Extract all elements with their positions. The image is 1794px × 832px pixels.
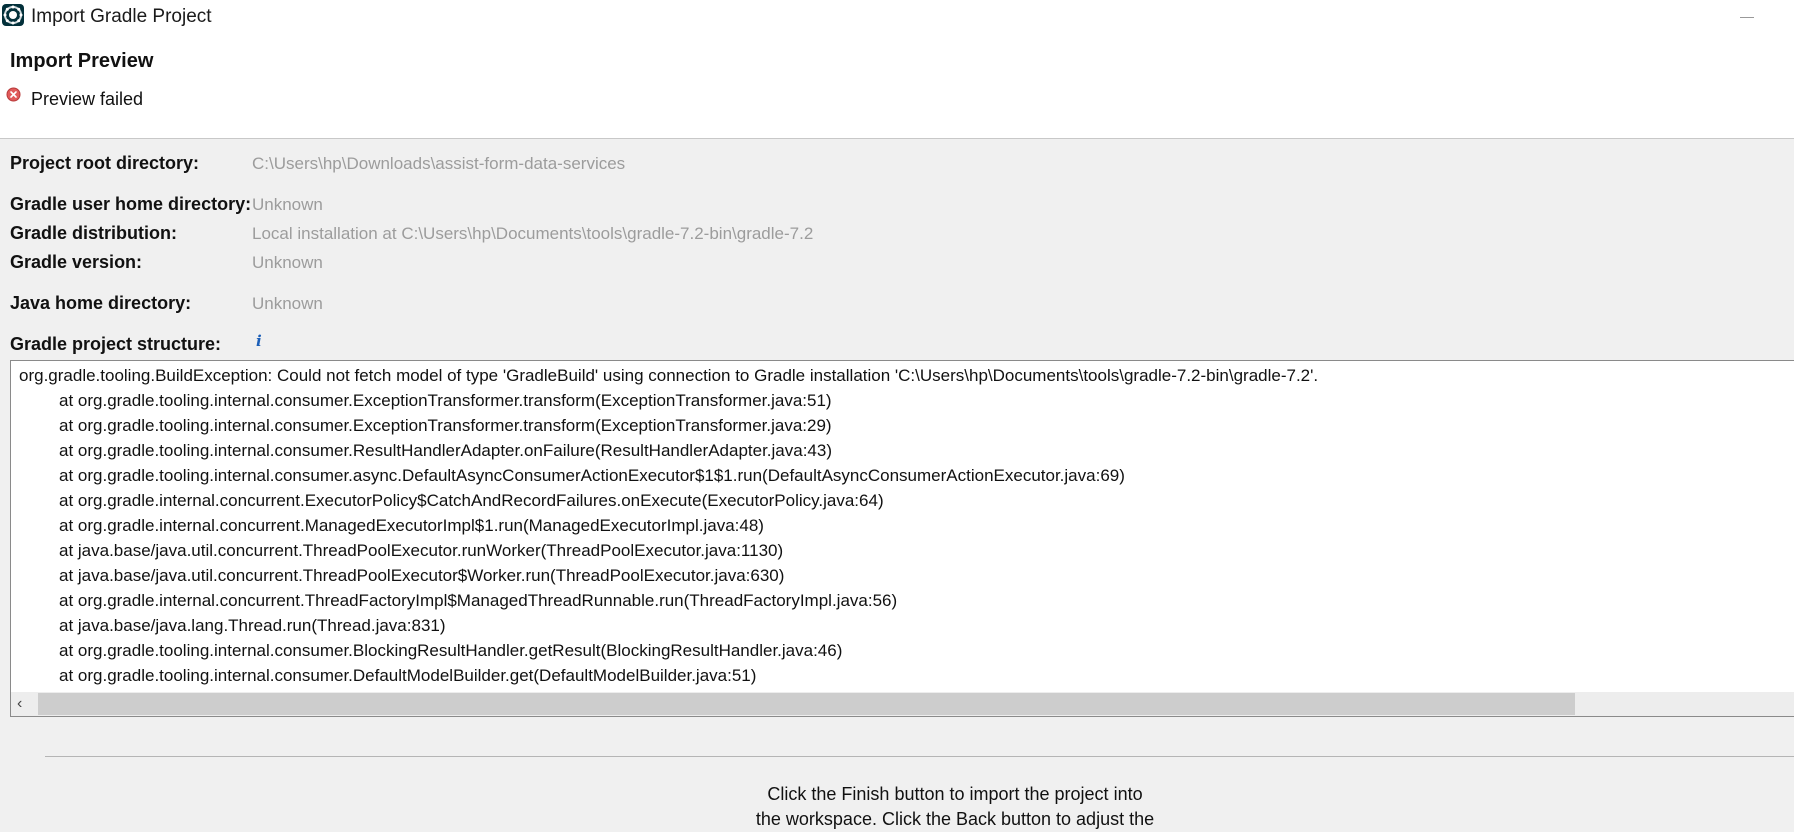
footer-instructions: Click the Finish button to import the pr… [740,782,1170,832]
gradle-version-value: Unknown [252,253,323,272]
minimize-button[interactable] [1724,0,1770,34]
trace-line: at java.base/java.util.concurrent.Thread… [59,541,784,560]
status-message: Preview failed [31,89,144,109]
trace-line: at org.gradle.tooling.internal.consumer.… [59,416,832,435]
project-root-label: Project root directory: [10,153,200,173]
footer-divider [45,756,1794,757]
gradle-eclipse-icon [2,4,24,26]
gradle-distribution-value: Local installation at C:\Users\hp\Docume… [252,224,814,243]
gradle-version-label: Gradle version: [10,252,143,272]
scroll-left-icon[interactable]: ‹ [17,695,31,713]
title-bar[interactable]: Import Gradle Project [0,0,1794,34]
project-root-value: C:\Users\hp\Downloads\assist-form-data-s… [252,154,626,173]
trace-line: at org.gradle.tooling.internal.consumer.… [59,641,843,660]
gradle-user-home-label: Gradle user home directory: [10,194,252,214]
trace-line: at org.gradle.tooling.internal.consumer.… [59,441,833,460]
trace-line: at org.gradle.tooling.internal.consumer.… [59,466,1125,485]
info-icon[interactable]: i [256,333,266,349]
stack-trace-box[interactable]: org.gradle.tooling.BuildException: Could… [10,360,1794,717]
trace-line: at java.base/java.util.concurrent.Thread… [59,566,785,585]
wizard-header: Import Preview Preview failed [0,34,1794,139]
page-title: Import Preview [10,50,154,72]
error-icon [6,87,21,102]
horizontal-scrollbar[interactable]: ‹ [11,692,1794,716]
trace-line: at org.gradle.internal.concurrent.Execut… [59,491,884,510]
footer-line: Click the Finish button to import the pr… [767,784,1143,804]
trace-line: at java.base/java.lang.Thread.run(Thread… [59,616,446,635]
window-title: Import Gradle Project [31,6,212,27]
trace-line: at org.gradle.tooling.internal.consumer.… [59,391,832,410]
trace-line: at org.gradle.tooling.internal.consumer.… [59,666,757,685]
scroll-thumb[interactable] [38,693,1575,715]
java-home-value: Unknown [252,294,323,313]
gradle-distribution-label: Gradle distribution: [10,223,178,243]
trace-line: org.gradle.tooling.BuildException: Could… [19,366,1319,385]
gradle-user-home-value: Unknown [252,195,323,214]
project-structure-label: Gradle project structure: [10,334,222,354]
java-home-label: Java home directory: [10,293,192,313]
trace-line: at org.gradle.internal.concurrent.Manage… [59,516,764,535]
trace-line: at org.gradle.internal.concurrent.Thread… [59,591,898,610]
